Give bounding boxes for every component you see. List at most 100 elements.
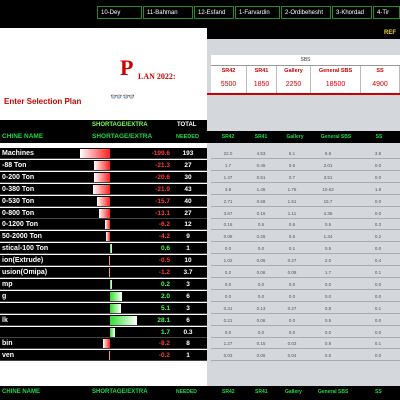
grid-cell[interactable]: 0.45 <box>249 160 273 171</box>
grid-cell[interactable]: 0.0 <box>280 291 304 302</box>
grid-cell[interactable]: 1.47 <box>216 172 240 183</box>
tab-1-farvardin[interactable]: 1-Farvardin <box>235 6 280 19</box>
machine-row[interactable]: bin -8.2 8 <box>0 338 207 350</box>
grid-cell[interactable]: 2.71 <box>216 196 240 207</box>
grid-cell[interactable]: 0.0 <box>249 327 273 338</box>
grid-cell[interactable]: 1.34 <box>316 231 340 242</box>
grid-cell[interactable]: 2.0 <box>316 255 340 266</box>
grid-cell[interactable]: 0.2 <box>216 267 240 278</box>
grid-cell[interactable]: 0.5 <box>316 315 340 326</box>
machine-row[interactable]: 0-200 Ton -20.6 30 <box>0 171 207 183</box>
grid-cell[interactable]: 0.03 <box>280 338 304 349</box>
grid-cell[interactable]: 3.8 <box>216 184 240 195</box>
grid-cell[interactable]: 0.5 <box>316 219 340 230</box>
grid-cell[interactable]: 0.0 <box>366 172 390 183</box>
grid-cell[interactable]: 0.16 <box>249 208 273 219</box>
grid-cell[interactable]: 0.5 <box>249 219 273 230</box>
grid-cell[interactable]: 0.0 <box>366 291 390 302</box>
value-general-sbs[interactable]: 18500 <box>311 77 361 93</box>
grid-cell[interactable]: 1.11 <box>280 208 304 219</box>
grid-cell[interactable]: 0.0 <box>316 291 340 302</box>
machine-row[interactable]: -88 Ton -21.3 27 <box>0 159 207 171</box>
glasses-icon[interactable]: 👓👓 <box>110 92 135 103</box>
grid-cell[interactable]: 0.27 <box>280 255 304 266</box>
grid-cell[interactable]: 0.0 <box>366 243 390 254</box>
machine-row[interactable]: 50-2000 Ton -4.2 9 <box>0 231 207 243</box>
machine-row[interactable]: 0-530 Ton -15.7 40 <box>0 195 207 207</box>
grid-cell[interactable]: 0.06 <box>249 255 273 266</box>
grid-cell[interactable]: 0.0 <box>366 196 390 207</box>
grid-cell[interactable]: 0.8 <box>316 338 340 349</box>
tab-4-tir[interactable]: 4-Tir <box>373 6 400 19</box>
grid-cell[interactable]: 4.36 <box>316 208 340 219</box>
grid-cell[interactable]: 1.02 <box>216 255 240 266</box>
grid-cell[interactable]: 0.68 <box>249 196 273 207</box>
grid-cell[interactable]: 0.21 <box>216 315 240 326</box>
grid-cell[interactable]: 0.0 <box>249 243 273 254</box>
tab-10-dey[interactable]: 10-Dey <box>97 6 142 19</box>
grid-cell[interactable]: 0.1 <box>280 243 304 254</box>
grid-cell[interactable]: 0.8 <box>316 303 340 314</box>
grid-cell[interactable]: 0.0 <box>216 291 240 302</box>
grid-cell[interactable]: 0.06 <box>249 350 273 361</box>
grid-cell[interactable]: 0.04 <box>280 350 304 361</box>
grid-cell[interactable]: 0.06 <box>249 315 273 326</box>
machine-row[interactable]: stical-100 Ton 0.6 1 <box>0 243 207 255</box>
machine-row[interactable]: g 2.0 6 <box>0 290 207 302</box>
grid-cell[interactable]: 1.7 <box>216 160 240 171</box>
grid-cell[interactable]: 0.0 <box>216 327 240 338</box>
grid-cell[interactable]: 2.01 <box>316 160 340 171</box>
grid-cell[interactable]: 0.31 <box>216 303 240 314</box>
grid-cell[interactable]: 0.0 <box>366 279 390 290</box>
grid-cell[interactable]: 1.7 <box>316 267 340 278</box>
grid-cell[interactable]: 0.5 <box>316 243 340 254</box>
grid-cell[interactable]: 0.0 <box>249 291 273 302</box>
grid-cell[interactable]: 0.7 <box>280 172 304 183</box>
grid-cell[interactable]: 6.8 <box>316 148 340 159</box>
value-ss[interactable]: 4900 <box>361 77 400 93</box>
grid-cell[interactable]: 0.03 <box>216 350 240 361</box>
grid-cell[interactable]: 0.0 <box>280 279 304 290</box>
grid-cell[interactable]: 3.51 <box>316 172 340 183</box>
machine-row[interactable]: 1.7 0.3 <box>0 326 207 338</box>
grid-cell[interactable]: 0.1 <box>366 303 390 314</box>
grid-cell[interactable]: 0.0 <box>366 208 390 219</box>
grid-cell[interactable]: 0.0 <box>366 350 390 361</box>
grid-cell[interactable]: 0.0 <box>366 160 390 171</box>
grid-cell[interactable]: 0.0 <box>366 315 390 326</box>
grid-cell[interactable]: 3.8 <box>366 148 390 159</box>
machine-row[interactable]: ven -0.2 1 <box>0 350 207 362</box>
grid-cell[interactable]: 0.0 <box>216 243 240 254</box>
grid-cell[interactable]: 0.0 <box>249 279 273 290</box>
value-sr42[interactable]: 5500 <box>211 77 247 93</box>
grid-cell[interactable]: 0.08 <box>280 267 304 278</box>
grid-cell[interactable]: 0.6 <box>280 160 304 171</box>
tab-12-esfand[interactable]: 12-Esfand <box>194 6 234 19</box>
grid-cell[interactable]: 15.7 <box>316 196 340 207</box>
tab-3-khordad[interactable]: 3-Khordad <box>332 6 372 19</box>
grid-cell[interactable]: 0.1 <box>366 267 390 278</box>
grid-cell[interactable]: 0.26 <box>249 231 273 242</box>
grid-cell[interactable]: 1.46 <box>249 184 273 195</box>
value-sr41[interactable]: 1850 <box>247 77 277 93</box>
grid-cell[interactable]: 0.0 <box>316 279 340 290</box>
grid-cell[interactable]: 10.63 <box>316 184 340 195</box>
grid-cell[interactable]: 0.0 <box>366 327 390 338</box>
tab-2-ordibehesht[interactable]: 2-Ordibehesht <box>281 6 331 19</box>
grid-cell[interactable]: 0.15 <box>249 338 273 349</box>
grid-cell[interactable]: 3.67 <box>216 208 240 219</box>
grid-cell[interactable]: 1.9 <box>366 184 390 195</box>
grid-cell[interactable]: 4.53 <box>249 148 273 159</box>
grid-cell[interactable]: 0.5 <box>316 350 340 361</box>
grid-cell[interactable]: 0.0 <box>280 327 304 338</box>
grid-cell[interactable]: 0.6 <box>280 219 304 230</box>
grid-cell[interactable]: 0.27 <box>280 303 304 314</box>
grid-cell[interactable]: 0.16 <box>216 219 240 230</box>
machine-row[interactable]: Machines -199.6 193 <box>0 148 207 159</box>
machine-row[interactable]: lk 28.1 6 <box>0 314 207 326</box>
grid-cell[interactable]: 0.61 <box>249 172 273 183</box>
machine-row[interactable]: ion(Extrude) -0.5 10 <box>0 255 207 267</box>
grid-cell[interactable]: 0.13 <box>249 303 273 314</box>
grid-cell[interactable]: 0.0 <box>316 327 340 338</box>
machine-row[interactable]: 5.1 3 <box>0 302 207 314</box>
